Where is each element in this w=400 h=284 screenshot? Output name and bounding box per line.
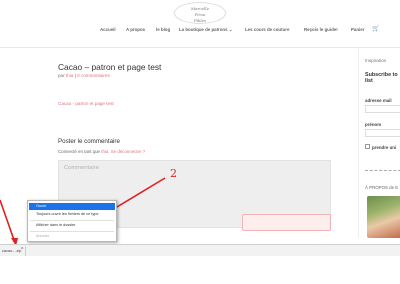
annotation-arrow-2 <box>111 177 166 211</box>
menu-item-cancel: Annuler <box>36 234 50 238</box>
menu-separator <box>30 220 114 221</box>
download-bar: cacao-...zip ^ <box>0 244 400 256</box>
annotation-number: 2 <box>170 167 177 180</box>
menu-separator <box>30 231 114 232</box>
download-context-menu: Ouvrir Toujours ouvrir les fichiers de c… <box>27 200 117 242</box>
download-file-name: cacao-...zip <box>2 249 22 253</box>
menu-item-always-open[interactable]: Toujours ouvrir les fichiers de ce type <box>29 211 115 218</box>
menu-item-open[interactable]: Ouvrir <box>29 203 115 210</box>
chevron-up-icon[interactable]: ^ <box>21 247 23 253</box>
annotation-arrow-1 <box>0 199 15 241</box>
download-item[interactable]: cacao-...zip ^ <box>0 246 26 256</box>
menu-item-show-in-folder[interactable]: Afficher dans le dossier <box>29 222 115 229</box>
browser-page: Marcelle Pirou Pikles Accueil A propos l… <box>0 0 400 284</box>
page-bottom-area <box>0 256 400 284</box>
